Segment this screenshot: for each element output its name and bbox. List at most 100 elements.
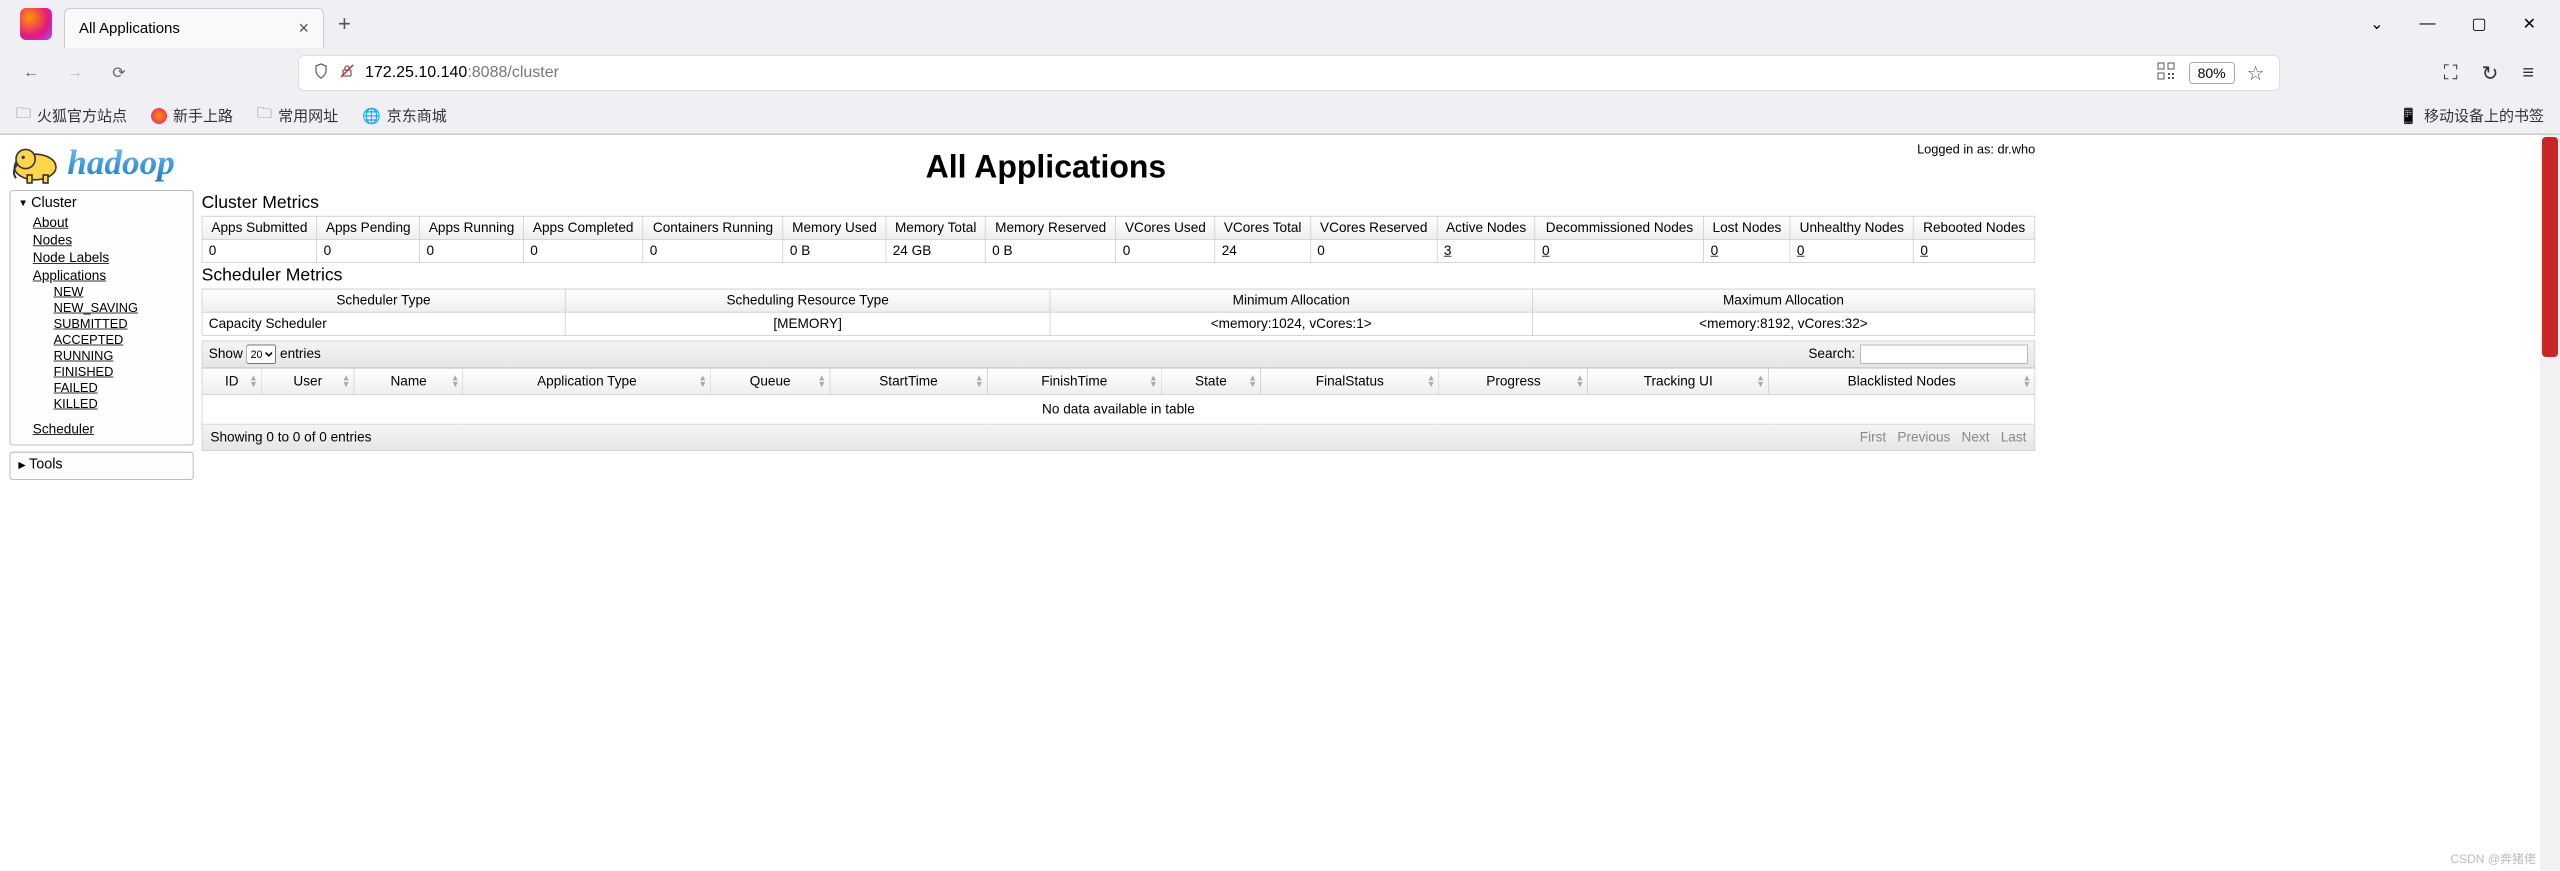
sort-icon <box>975 375 984 388</box>
close-tab-icon[interactable]: × <box>298 18 309 39</box>
sidebar-link-scheduler[interactable]: Scheduler <box>33 421 94 436</box>
sidebar-sublink[interactable]: RUNNING <box>54 349 114 363</box>
column-header[interactable]: User <box>261 368 354 394</box>
column-header[interactable]: Blacklisted Nodes <box>1769 368 2035 394</box>
nav-reload-button[interactable]: ⟳ <box>104 63 134 83</box>
metric-cell[interactable]: 0 <box>1790 239 1914 262</box>
column-header: VCores Total <box>1215 216 1311 239</box>
sidebar: ▼Cluster About Nodes Node Labels Applicatio… <box>10 190 194 486</box>
watermark: CSDN @奔猪佬 <box>2450 850 2536 867</box>
column-header: Memory Used <box>783 216 886 239</box>
tabs-dropdown-icon[interactable]: ⌄ <box>2370 14 2383 34</box>
metric-cell: 0 <box>1116 239 1215 262</box>
pager-button[interactable]: First <box>1860 429 1886 445</box>
scrollbar-thumb[interactable] <box>2542 137 2558 357</box>
cluster-metrics-table: Apps SubmittedApps PendingApps RunningAp… <box>202 216 2036 263</box>
browser-tab[interactable]: All Applications × <box>64 8 324 48</box>
bookmark-star-icon[interactable]: ☆ <box>2247 61 2265 86</box>
search-input[interactable] <box>1860 345 2028 364</box>
metric-cell[interactable]: 3 <box>1437 239 1535 262</box>
tab-bar: All Applications × + ⌄ — ▢ ✕ <box>0 0 2560 48</box>
globe-icon: 🌐 <box>362 107 381 125</box>
column-header: Lost Nodes <box>1704 216 1790 239</box>
column-header: Apps Running <box>420 216 524 239</box>
pager-button[interactable]: Next <box>1962 429 1990 445</box>
nav-back-button[interactable]: ← <box>16 64 46 82</box>
page-header: hadoop All Applications Logged in as: dr… <box>0 135 2048 190</box>
elephant-icon <box>10 140 68 185</box>
page-length-select[interactable]: 20 <box>247 345 277 364</box>
column-header: Memory Reserved <box>985 216 1116 239</box>
new-tab-button[interactable]: + <box>338 11 351 37</box>
column-header[interactable]: Queue <box>711 368 830 394</box>
column-header: Apps Pending <box>317 216 420 239</box>
metric-cell: Capacity Scheduler <box>202 312 565 335</box>
applications-table: IDUserNameApplication TypeQueueStartTime… <box>202 368 2036 425</box>
column-header[interactable]: FinalStatus <box>1261 368 1440 394</box>
zoom-level-badge[interactable]: 80% <box>2189 62 2235 84</box>
metric-cell: <memory:1024, vCores:1> <box>1050 312 1532 335</box>
window-minimize-button[interactable]: — <box>2419 15 2435 33</box>
column-header: VCores Reserved <box>1310 216 1437 239</box>
bookmark-item[interactable]: 🗀常用网址 <box>257 103 338 128</box>
metric-cell[interactable]: 0 <box>1535 239 1704 262</box>
pager-button[interactable]: Previous <box>1897 429 1950 445</box>
column-header[interactable]: FinishTime <box>987 368 1161 394</box>
column-header[interactable]: Tracking UI <box>1588 368 1769 394</box>
metric-cell: 0 <box>1310 239 1437 262</box>
sidebar-sublink[interactable]: FAILED <box>54 381 98 395</box>
sidebar-sublink[interactable]: NEW_SAVING <box>54 301 138 315</box>
firefox-logo-icon[interactable] <box>20 8 52 40</box>
bookmark-item[interactable]: 🌐京东商城 <box>362 105 447 126</box>
pager-button[interactable]: Last <box>2001 429 2027 445</box>
sidebar-group-head[interactable]: ▼Cluster <box>18 194 184 211</box>
sidebar-link[interactable]: Applications <box>33 268 106 283</box>
sort-icon <box>1756 375 1765 388</box>
metric-cell[interactable]: 0 <box>1914 239 2035 262</box>
column-header[interactable]: Name <box>354 368 463 394</box>
disclosure-right-icon: ▶ <box>18 459 25 470</box>
sidebar-sublink[interactable]: KILLED <box>54 397 98 411</box>
bookmark-item[interactable]: 新手上路 <box>151 105 233 126</box>
sidebar-group-cluster: ▼Cluster About Nodes Node Labels Applicatio… <box>10 190 194 445</box>
undo-icon[interactable]: ↻ <box>2482 61 2499 86</box>
column-header: Containers Running <box>643 216 783 239</box>
sort-icon <box>817 375 826 388</box>
metric-cell[interactable]: 0 <box>1704 239 1790 262</box>
column-header: Apps Completed <box>523 216 643 239</box>
column-header[interactable]: StartTime <box>830 368 988 394</box>
window-close-button[interactable]: ✕ <box>2523 14 2536 34</box>
column-header[interactable]: Application Type <box>463 368 710 394</box>
column-header: Decommissioned Nodes <box>1535 216 1704 239</box>
disclosure-down-icon: ▼ <box>18 197 28 208</box>
sidebar-link[interactable]: Node Labels <box>33 250 109 265</box>
sidebar-sublink[interactable]: FINISHED <box>54 365 114 379</box>
column-header[interactable]: ID <box>202 368 261 394</box>
column-header[interactable]: Progress <box>1439 368 1588 394</box>
window-maximize-button[interactable]: ▢ <box>2471 14 2486 34</box>
sidebar-sublink[interactable]: NEW <box>54 285 84 299</box>
sidebar-link[interactable]: Nodes <box>33 233 72 248</box>
content: Cluster Metrics Apps SubmittedApps Pendi… <box>202 190 2036 486</box>
column-header[interactable]: State <box>1161 368 1260 394</box>
sidebar-link[interactable]: About <box>33 215 69 230</box>
url-input[interactable]: 172.25.10.140:8088/cluster 80% ☆ <box>298 55 2280 91</box>
folder-icon: 🗀 <box>16 103 31 128</box>
nav-forward-button: → <box>60 64 90 82</box>
mobile-bookmarks[interactable]: 📱移动设备上的书签 <box>2399 105 2544 126</box>
bookmark-item[interactable]: 🗀 火狐官方站点 <box>16 103 127 128</box>
sidebar-group-tools: ▶Tools <box>10 452 194 480</box>
qr-icon[interactable] <box>2157 62 2175 85</box>
bookmark-label: 火狐官方站点 <box>37 105 127 126</box>
sidebar-sublink[interactable]: SUBMITTED <box>54 317 128 331</box>
scheduler-metrics-table: Scheduler TypeScheduling Resource TypeMi… <box>202 289 2036 336</box>
metric-cell: 0 B <box>783 239 886 262</box>
screenshot-icon[interactable]: ⛶ <box>2444 62 2458 85</box>
app-menu-icon[interactable]: ≡ <box>2522 62 2534 85</box>
hadoop-logo[interactable]: hadoop <box>10 140 175 185</box>
vertical-scrollbar[interactable] <box>2540 135 2560 871</box>
sort-icon <box>698 375 707 388</box>
search-label: Search: <box>1808 346 1855 362</box>
sidebar-group-head[interactable]: ▶Tools <box>18 456 184 473</box>
sidebar-sublink[interactable]: ACCEPTED <box>54 333 124 347</box>
